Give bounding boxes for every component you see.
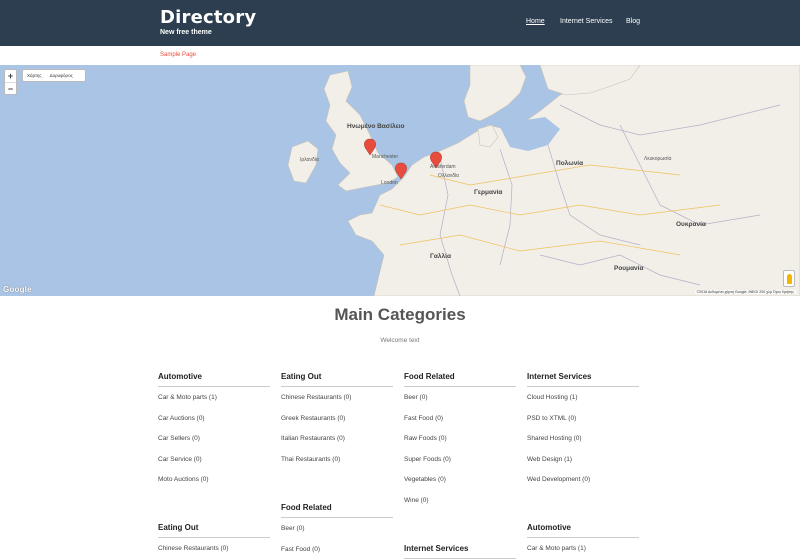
category-heading[interactable]: Eating Out	[281, 372, 393, 387]
category-item[interactable]: Beer (0)	[404, 394, 516, 415]
site-title[interactable]: Directory	[160, 7, 256, 28]
sample-page-link[interactable]: Sample Page	[160, 52, 196, 58]
map-label-romania: Ρουμανία	[614, 265, 644, 272]
google-logo: Google	[3, 285, 32, 294]
category-block: Automotive Car & Moto parts (1)	[527, 523, 639, 560]
street-view-pegman-icon[interactable]	[783, 270, 795, 287]
map-label-ukraine: Ουκρανία	[676, 221, 706, 228]
map-label-manchester: Manchester	[372, 154, 399, 160]
category-heading[interactable]: Automotive	[527, 523, 639, 538]
map-label-ireland: Ιρλανδία	[300, 157, 319, 163]
category-item[interactable]: Beer (0)	[281, 525, 393, 546]
map-label-amsterdam: Amsterdam	[430, 164, 456, 170]
zoom-in-button[interactable]: +	[5, 70, 16, 82]
map-label-netherlands: Ολλανδία	[438, 173, 459, 179]
category-column-4: Internet Services Cloud Hosting (1) PSD …	[527, 372, 639, 560]
nav-blog-link[interactable]: Blog	[626, 18, 640, 25]
category-item[interactable]: Fast Food (0)	[404, 415, 516, 436]
map-label-germany: Γερμανία	[474, 189, 503, 196]
map-type-satellite-button[interactable]: Δορυφόρος	[50, 73, 73, 78]
category-item[interactable]: Car Auctions (0)	[158, 415, 270, 436]
category-block: Internet Services Cloud Hosting (1) PSD …	[527, 372, 639, 497]
main-categories-title: Main Categories	[334, 305, 466, 324]
category-heading[interactable]: Eating Out	[158, 523, 270, 538]
category-block: Eating Out Chinese Restaurants (0) Greek…	[281, 372, 393, 476]
category-heading[interactable]: Internet Services	[527, 372, 639, 387]
map-attribution: ©2016 Δεδομένα χάρτη Google, INEGI 200 χ…	[694, 290, 796, 294]
map[interactable]: Ηνωμένο Βασίλειο Ιρλανδία Manchester Lon…	[0, 65, 800, 296]
category-item[interactable]: Super Foods (0)	[404, 456, 516, 477]
category-item[interactable]: Shared Hosting (0)	[527, 435, 639, 456]
category-item[interactable]: Car & Moto parts (1)	[158, 394, 270, 415]
category-item[interactable]: Italian Restaurants (0)	[281, 435, 393, 456]
category-item[interactable]: Car & Moto parts (1)	[527, 545, 639, 560]
category-heading[interactable]: Food Related	[404, 372, 516, 387]
category-item[interactable]: Greek Restaurants (0)	[281, 415, 393, 436]
category-item[interactable]: Thai Restaurants (0)	[281, 456, 393, 477]
category-column-1: Automotive Car & Moto parts (1) Car Auct…	[158, 372, 270, 560]
nav-internet-services-link[interactable]: Internet Services	[560, 18, 613, 25]
zoom-out-button[interactable]: −	[5, 82, 16, 94]
category-column-2: Eating Out Chinese Restaurants (0) Greek…	[281, 372, 393, 560]
category-heading[interactable]: Food Related	[281, 503, 393, 518]
welcome-text: Welcome text	[380, 337, 420, 344]
category-item[interactable]: Car Sellers (0)	[158, 435, 270, 456]
category-item[interactable]: Web Design (1)	[527, 456, 639, 477]
map-type-map-button[interactable]: Χάρτης	[27, 73, 42, 78]
category-item[interactable]: Chinese Restaurants (0)	[158, 545, 270, 560]
category-item[interactable]: Moto Auctions (0)	[158, 476, 270, 497]
category-heading[interactable]: Internet Services	[404, 544, 516, 559]
nav-home-link[interactable]: Home	[526, 18, 545, 25]
category-item[interactable]: Chinese Restaurants (0)	[281, 394, 393, 415]
map-label-poland: Πολωνία	[556, 160, 584, 167]
category-item[interactable]: PSD to XTML (0)	[527, 415, 639, 436]
category-item[interactable]: Cloud Hosting (1)	[527, 394, 639, 415]
category-block: Automotive Car & Moto parts (1) Car Auct…	[158, 372, 270, 497]
site-tagline: New free theme	[160, 29, 212, 36]
category-item[interactable]: Vegetables (0)	[404, 476, 516, 497]
map-zoom-control: + −	[4, 69, 17, 95]
category-block: Food Related Beer (0) Fast Food (0) Raw …	[404, 372, 516, 518]
category-block: Food Related Beer (0) Fast Food (0)	[281, 503, 393, 560]
map-label-belarus: Λευκορωσία	[644, 156, 672, 162]
category-block: Internet Services	[404, 544, 516, 560]
category-item[interactable]: Car Service (0)	[158, 456, 270, 477]
category-column-3: Food Related Beer (0) Fast Food (0) Raw …	[404, 372, 516, 560]
category-item[interactable]: Fast Food (0)	[281, 546, 393, 560]
category-item[interactable]: Raw Foods (0)	[404, 435, 516, 456]
category-item[interactable]: Wine (0)	[404, 497, 516, 518]
map-label-london: London	[381, 180, 398, 186]
category-block: Eating Out Chinese Restaurants (0)	[158, 523, 270, 560]
map-canvas	[287, 65, 800, 296]
category-heading[interactable]: Automotive	[158, 372, 270, 387]
site-header: Directory New free theme Home Internet S…	[0, 0, 800, 46]
category-item[interactable]: Wed Development (0)	[527, 476, 639, 497]
map-label-france: Γαλλία	[430, 253, 451, 260]
map-type-control: Χάρτης Δορυφόρος	[22, 69, 86, 82]
map-label-uk: Ηνωμένο Βασίλειο	[347, 123, 405, 130]
